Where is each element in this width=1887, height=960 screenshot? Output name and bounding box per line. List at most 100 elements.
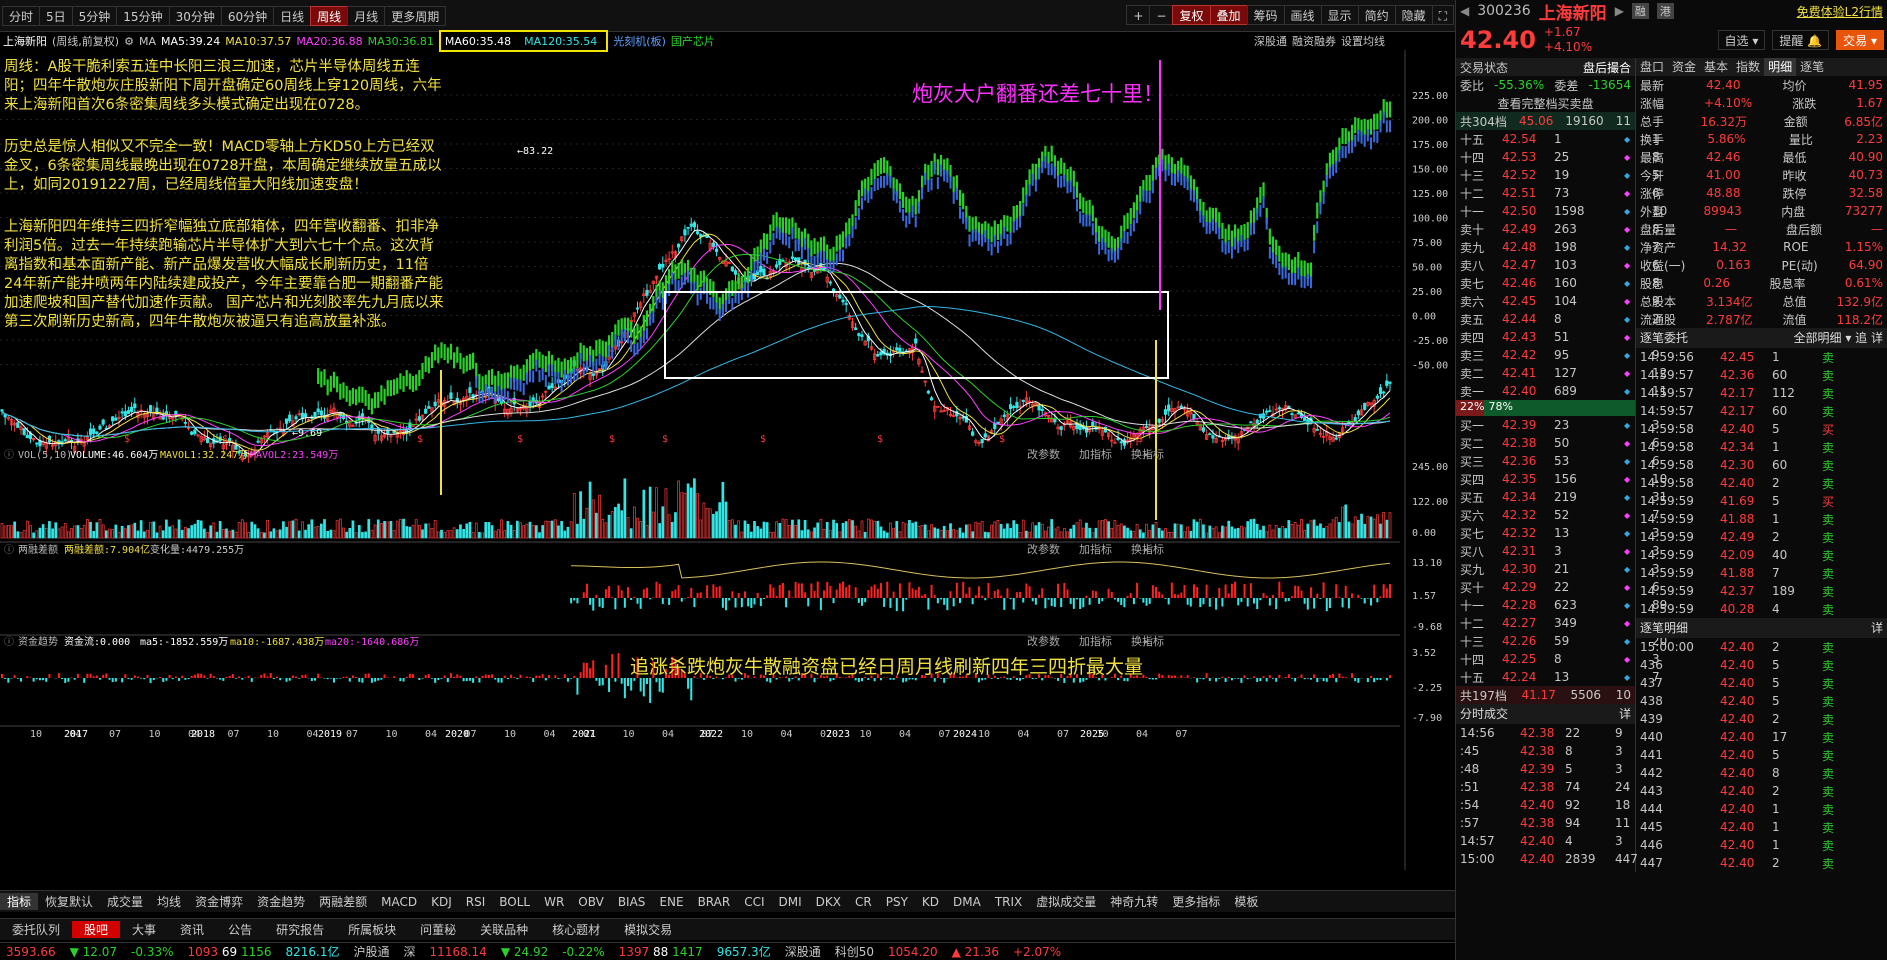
hide-button[interactable]: 隐藏 — [1394, 5, 1433, 25]
mingxi-row-cell: 2 — [1772, 712, 1780, 726]
link-set-ma[interactable]: 设置均线 — [1341, 33, 1385, 49]
display-button[interactable]: 显示 — [1320, 5, 1359, 25]
sgt-link[interactable]: 深股通 — [785, 943, 821, 960]
indicator-tab[interactable]: 指标 — [0, 893, 39, 910]
indicator-tab[interactable]: DKX — [809, 895, 848, 909]
panel-close-icon[interactable]: ✕ — [1143, 543, 1150, 556]
volume-bar — [3, 525, 7, 539]
stats-tab[interactable]: 指数 — [1732, 58, 1764, 76]
bottom-nav-item[interactable]: 公告 — [216, 921, 264, 938]
indicator-tab[interactable]: 资金趋势 — [250, 893, 312, 910]
period-tab[interactable]: 月线 — [347, 5, 386, 26]
panel-tool-button[interactable]: 加指标 — [1079, 634, 1112, 648]
indicator-tab[interactable]: BIAS — [611, 895, 653, 909]
indicator-tab[interactable]: 资金博弈 — [188, 893, 250, 910]
bottom-nav-item[interactable]: 关联品种 — [468, 921, 540, 938]
indicator-tab[interactable]: 模板 — [1227, 893, 1265, 910]
indicator-tab[interactable]: 均线 — [150, 893, 188, 910]
full-book-link[interactable]: 查看完整档买卖盘 — [1497, 95, 1593, 112]
vol-info-icon: ⓘ — [4, 449, 14, 461]
bottom-nav-item[interactable]: 问董秘 — [408, 921, 468, 938]
period-tab[interactable]: 60分钟 — [220, 5, 275, 26]
zhubi-filter[interactable]: 全部明细 — [1794, 331, 1842, 345]
indicator-tab[interactable]: 两融差额 — [312, 893, 374, 910]
indicator-tab[interactable]: DMA — [946, 895, 988, 909]
stats-tab[interactable]: 明细 — [1764, 58, 1797, 76]
hgt-link[interactable]: 沪股通 — [354, 943, 390, 960]
indicator-tab[interactable]: WR — [537, 895, 571, 909]
panel-tool-button[interactable]: 改参数 — [1027, 634, 1060, 648]
period-tab[interactable]: 5日 — [39, 5, 73, 26]
indicator-tab[interactable]: ENE — [652, 895, 690, 909]
overlay-lithography[interactable]: 光刻机(板) — [613, 33, 666, 49]
volume-bar — [1050, 519, 1054, 539]
l2-trial-link[interactable]: 免费体验L2行情 — [1797, 3, 1883, 20]
stats-tab[interactable]: 资金 — [1668, 58, 1700, 76]
stats-tab[interactable]: 基本 — [1700, 58, 1732, 76]
period-tab[interactable]: 分时 — [2, 5, 41, 26]
indicator-tab[interactable]: KD — [915, 895, 946, 909]
panel-close-icon[interactable]: ✕ — [1143, 635, 1150, 648]
price-axis-label: 0.00 — [1412, 312, 1436, 323]
indicator-tab[interactable]: MACD — [374, 895, 424, 909]
prev-stock-icon[interactable]: ◀ — [1460, 4, 1469, 18]
minus-button[interactable]: − — [1149, 5, 1174, 25]
indicator-tab[interactable]: 虚拟成交量 — [1029, 893, 1103, 910]
mingxi-detail-button[interactable]: 详 — [1871, 618, 1883, 638]
indicator-tab[interactable]: 恢复默认 — [38, 893, 100, 910]
indicator-tab[interactable]: 神奇九转 — [1103, 893, 1165, 910]
flow-bar — [702, 678, 705, 680]
panel-tool-button[interactable]: 加指标 — [1079, 447, 1112, 461]
panel-tool-button[interactable]: 改参数 — [1027, 447, 1060, 461]
indicator-tab[interactable]: OBV — [571, 895, 611, 909]
indicator-tab[interactable]: BRAR — [691, 895, 738, 909]
trade-button[interactable]: 交易 ▾ — [1836, 30, 1884, 50]
link-hk-connect[interactable]: 深股通 — [1254, 33, 1287, 49]
draw-button[interactable]: 画线 — [1283, 5, 1322, 25]
indicator-tab[interactable]: RSI — [459, 895, 493, 909]
period-tab[interactable]: 30分钟 — [168, 5, 222, 26]
link-margin[interactable]: 融资融券 — [1292, 33, 1336, 49]
indicator-tab[interactable]: BOLL — [492, 895, 537, 909]
fenshi-detail-button[interactable]: 详 — [1619, 704, 1631, 724]
indicator-tab[interactable]: KDJ — [424, 895, 459, 909]
bottom-nav-item[interactable]: 大事 — [120, 921, 168, 938]
stats-tab[interactable]: 盘口 — [1636, 58, 1668, 76]
watchlist-dropdown[interactable]: 自选 ▾ — [1717, 30, 1766, 50]
indicator-tab[interactable]: CR — [848, 895, 879, 909]
bottom-nav-item[interactable]: 核心题材 — [540, 921, 612, 938]
panel-close-icon[interactable]: ✕ — [1143, 448, 1150, 461]
indicator-tab[interactable]: DMI — [772, 895, 809, 909]
period-tab[interactable]: 日线 — [273, 5, 312, 26]
period-tab[interactable]: 15分钟 — [116, 5, 170, 26]
period-tab[interactable]: 5分钟 — [71, 5, 118, 26]
overlay-chips[interactable]: 国产芯片 — [671, 33, 715, 49]
overlay-button[interactable]: 叠加 — [1209, 5, 1248, 25]
fuquan-button[interactable]: 复权 — [1172, 5, 1211, 25]
volume-bar — [1246, 521, 1250, 539]
period-tab[interactable]: 周线 — [310, 5, 349, 26]
bottom-nav-item[interactable]: 模拟交易 — [612, 921, 684, 938]
bottom-nav-item[interactable]: 资讯 — [168, 921, 216, 938]
indicator-tab[interactable]: 成交量 — [100, 893, 150, 910]
indicator-tab[interactable]: 更多指标 — [1165, 893, 1227, 910]
panel-tool-button[interactable]: 改参数 — [1027, 542, 1060, 556]
simple-button[interactable]: 简约 — [1357, 5, 1396, 25]
bottom-nav-item[interactable]: 研究报告 — [264, 921, 336, 938]
next-stock-icon[interactable]: ▶ — [1615, 4, 1624, 18]
alert-button[interactable]: 提醒 🔔 — [1772, 30, 1830, 50]
chips-button[interactable]: 筹码 — [1246, 5, 1285, 25]
bottom-nav-item[interactable]: 委托队列 — [0, 921, 72, 938]
stats-tab[interactable]: 逐笔 — [1796, 58, 1828, 76]
settings-gear-icon[interactable]: ⚙ — [124, 35, 134, 48]
bottom-nav-item[interactable]: 股吧 — [72, 921, 121, 938]
period-tab[interactable]: 更多周期 — [384, 5, 447, 26]
indicator-tab[interactable]: TRIX — [988, 895, 1029, 909]
fullscreen-icon[interactable]: ⛶ — [1431, 5, 1454, 25]
flow-bar — [592, 660, 595, 678]
indicator-tab[interactable]: CCI — [737, 895, 771, 909]
bottom-nav-item[interactable]: 所属板块 — [336, 921, 408, 938]
plus-button[interactable]: + — [1126, 5, 1151, 25]
indicator-tab[interactable]: PSY — [879, 895, 915, 909]
panel-tool-button[interactable]: 加指标 — [1079, 542, 1112, 556]
